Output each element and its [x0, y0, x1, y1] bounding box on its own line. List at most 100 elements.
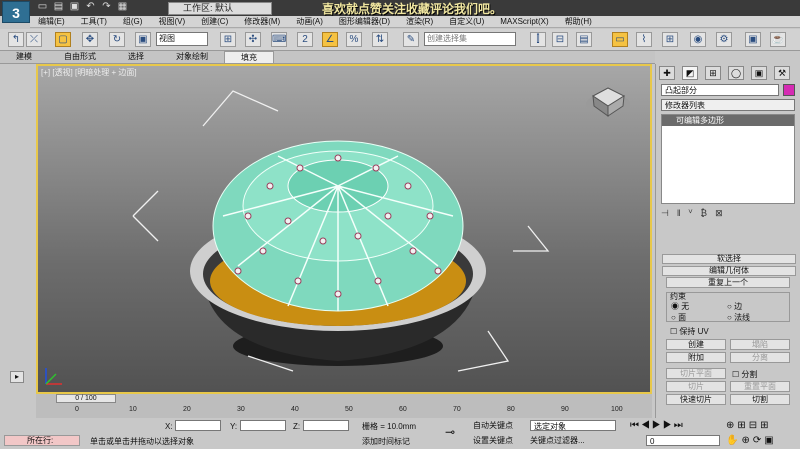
slice-plane-button[interactable]: 切片平面	[666, 368, 726, 379]
snap-toggle-icon[interactable]: 2	[297, 32, 313, 47]
hold-icon[interactable]: ▦	[116, 1, 129, 15]
move-icon[interactable]: ✥	[82, 32, 98, 47]
percent-snap-icon[interactable]: %	[346, 32, 362, 47]
pivot-icon[interactable]: ⊞	[220, 32, 236, 47]
preserve-uv-checkbox[interactable]: ☐ 保持 UV	[670, 326, 709, 337]
slice-button[interactable]: 切片	[666, 381, 726, 392]
menu-graph-editors[interactable]: 图形编辑器(D)	[331, 16, 398, 27]
tab-freeform[interactable]: 自由形式	[48, 51, 112, 63]
set-key-button[interactable]: 设置关键点	[473, 435, 525, 446]
named-selection-dropdown[interactable]: 创建选择集	[424, 32, 516, 46]
keyboard-shortcut-icon[interactable]: ⌨	[271, 32, 287, 47]
quickslice-button[interactable]: 快速切片	[666, 394, 726, 405]
constraint-face-radio[interactable]: ○ 面	[671, 312, 686, 323]
select-object-icon[interactable]: ▢	[55, 32, 71, 47]
render-setup-icon[interactable]: ⚙	[716, 32, 732, 47]
align-icon[interactable]: ⊟	[552, 32, 568, 47]
maxscript-listener[interactable]: 所在行:	[4, 435, 80, 446]
hierarchy-tab-icon[interactable]: ⊞	[705, 66, 721, 80]
object-color-swatch[interactable]	[783, 84, 795, 96]
rendered-frame-icon[interactable]: ▣	[745, 32, 761, 47]
create-button[interactable]: 创建	[666, 339, 726, 350]
z-coordinate-field[interactable]	[303, 420, 349, 431]
menu-group[interactable]: 组(G)	[115, 16, 151, 27]
menu-help[interactable]: 帮助(H)	[557, 16, 600, 27]
rotate-icon[interactable]: ↻	[109, 32, 125, 47]
graphite-toggle-icon[interactable]: ▭	[612, 32, 628, 47]
new-icon[interactable]: ▭	[36, 1, 49, 15]
time-slider-thumb[interactable]: 0 / 100	[56, 394, 116, 403]
select-manipulate-icon[interactable]: ✣	[245, 32, 261, 47]
redo-icon[interactable]: ↷	[100, 1, 113, 15]
attach-button[interactable]: 附加	[666, 352, 726, 363]
object-name-field[interactable]: 凸起部分	[661, 84, 779, 96]
playback-buttons-icon[interactable]: ⏮◀▶▶⏭	[630, 420, 685, 431]
detach-button[interactable]: 分离	[730, 352, 790, 363]
menu-animation[interactable]: 动画(A)	[288, 16, 331, 27]
menu-maxscript[interactable]: MAXScript(X)	[492, 16, 556, 27]
perspective-viewport[interactable]: [+] [透视] [明暗处理 + 边面]	[36, 64, 652, 394]
angle-snap-icon[interactable]: ∠	[322, 32, 338, 47]
spinner-snap-icon[interactable]: ⇅	[372, 32, 388, 47]
viewport-nav-icon[interactable]: ⊕⊞⊟⊞	[726, 420, 772, 431]
split-checkbox[interactable]: ☐ 分割	[732, 369, 757, 380]
auto-key-button[interactable]: 自动关键点	[473, 420, 525, 431]
tab-object-paint[interactable]: 对象绘制	[160, 51, 224, 63]
x-coordinate-field[interactable]	[175, 420, 221, 431]
motion-tab-icon[interactable]: ◯	[728, 66, 744, 80]
add-time-tag[interactable]: 添加时间标记	[362, 436, 432, 446]
edit-named-sel-icon[interactable]: ✎	[403, 32, 419, 47]
key-mode-dropdown[interactable]: 选定对象	[530, 420, 616, 431]
expand-ribbon-icon[interactable]: ▸	[10, 371, 24, 383]
menu-create[interactable]: 创建(C)	[193, 16, 236, 27]
collapse-button[interactable]: 塌陷	[730, 339, 790, 350]
workspace-dropdown[interactable]: 工作区: 默认	[168, 2, 272, 15]
stack-tools-icon[interactable]: ⊣‖ⱽ₿⊠	[661, 208, 795, 222]
modifier-list-dropdown[interactable]: 修改器列表	[661, 99, 795, 111]
menu-modifiers[interactable]: 修改器(M)	[236, 16, 288, 27]
menu-views[interactable]: 视图(V)	[150, 16, 193, 27]
tab-populate[interactable]: 填充	[224, 51, 274, 63]
scale-icon[interactable]: ▣	[135, 32, 151, 47]
menu-edit[interactable]: 编辑(E)	[30, 16, 73, 27]
constraint-normal-radio[interactable]: ○ 法线	[727, 312, 750, 323]
undo-icon[interactable]: ↶	[84, 1, 97, 15]
material-editor-icon[interactable]: ◉	[690, 32, 706, 47]
cut-button[interactable]: 切割	[730, 394, 790, 405]
current-frame-field[interactable]: 0	[646, 435, 720, 446]
edit-geometry-rollout[interactable]: 编辑几何体	[662, 266, 796, 276]
menu-customize[interactable]: 自定义(U)	[441, 16, 492, 27]
schematic-view-icon[interactable]: ⊞	[662, 32, 678, 47]
modify-tab-icon[interactable]: ◩	[682, 66, 698, 80]
app-logo-button[interactable]: 3	[2, 1, 30, 23]
reference-coord-dropdown[interactable]: 视图	[156, 32, 208, 46]
save-icon[interactable]: ▣	[68, 1, 81, 15]
render-teapot-icon[interactable]: ☕	[770, 32, 786, 47]
unlink-icon[interactable]: ⤫	[26, 32, 42, 47]
soft-selection-rollout[interactable]: 软选择	[662, 254, 796, 264]
select-link-icon[interactable]: ↰	[8, 32, 24, 47]
key-filters-button[interactable]: 关键点过滤器...	[530, 435, 620, 446]
orbit-pan-icon[interactable]: ✋⊕⟳▣	[726, 435, 777, 446]
create-tab-icon[interactable]: ✚	[659, 66, 675, 80]
tab-selection[interactable]: 选择	[112, 51, 160, 63]
repeat-last-button[interactable]: 重复上一个	[666, 277, 790, 288]
display-tab-icon[interactable]: ▣	[751, 66, 767, 80]
key-icon[interactable]: ⊸	[445, 425, 455, 439]
curve-editor-icon[interactable]: ⌇	[636, 32, 652, 47]
main-toolbar: ↰ ⤫ ▢ ✥ ↻ ▣ 视图 ⊞ ✣ ⌨ 2 ∠ % ⇅ ✎ 创建选择集 ⫿ ⊟…	[0, 29, 800, 51]
utilities-tab-icon[interactable]: ⚒	[774, 66, 790, 80]
time-slider[interactable]: 0 / 100 0 10 20 30 40 50 60 70 80 90 100	[36, 394, 652, 418]
tab-modeling[interactable]: 建模	[0, 51, 48, 63]
mirror-icon[interactable]: ⫿	[530, 32, 546, 47]
open-icon[interactable]: ▤	[52, 1, 65, 15]
menu-tools[interactable]: 工具(T)	[73, 16, 115, 27]
constraint-edge-radio[interactable]: ○ 边	[727, 301, 742, 312]
y-coordinate-field[interactable]	[240, 420, 286, 431]
scene-render	[45, 87, 630, 385]
menu-rendering[interactable]: 渲染(R)	[398, 16, 441, 27]
layer-manager-icon[interactable]: ▤	[576, 32, 592, 47]
reset-plane-button[interactable]: 重置平面	[730, 381, 790, 392]
stack-item-editable-poly[interactable]: 可编辑多边形	[662, 115, 794, 126]
constraint-none-radio[interactable]: ◉ 无	[671, 301, 689, 312]
